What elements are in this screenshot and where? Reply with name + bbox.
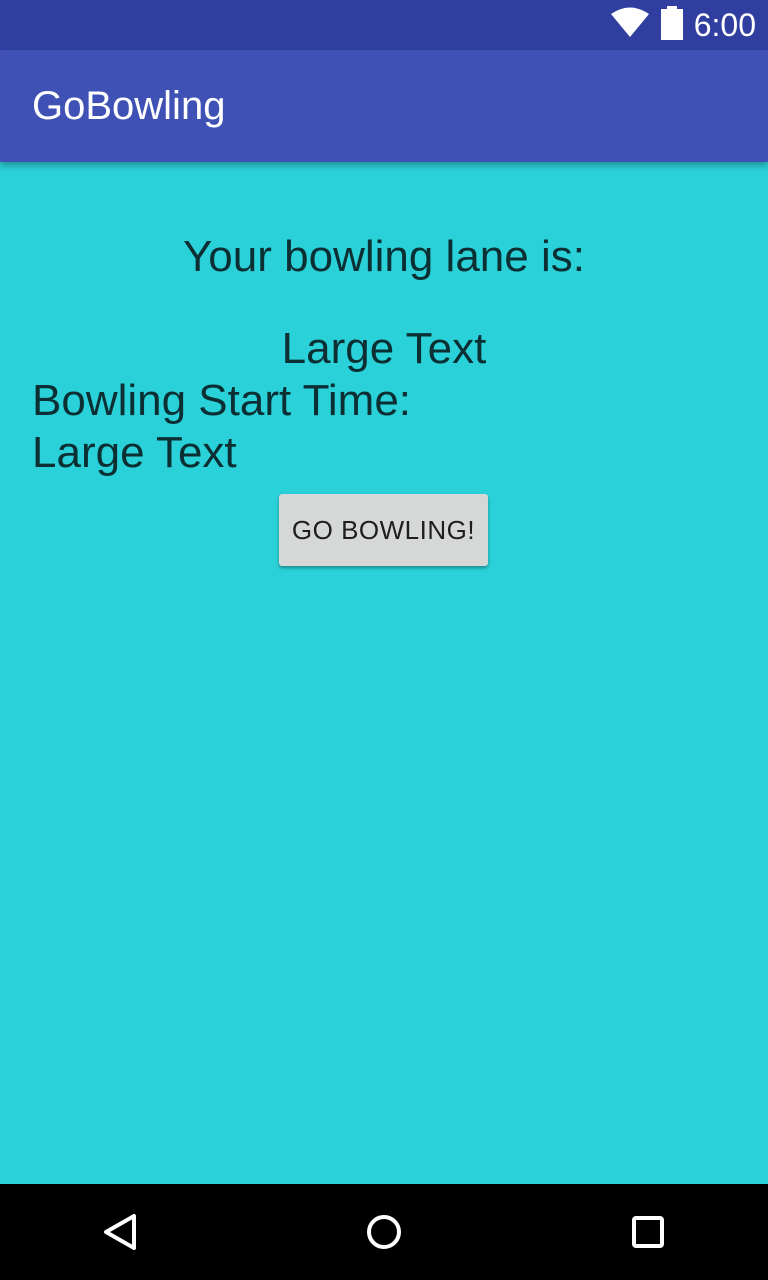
go-bowling-button[interactable]: GO BOWLING! xyxy=(279,494,488,566)
status-bar: 6:00 xyxy=(0,0,768,50)
status-icons: 6:00 xyxy=(610,0,756,50)
start-time-value: Large Text xyxy=(32,428,237,477)
app-title: GoBowling xyxy=(32,84,226,128)
recents-icon[interactable] xyxy=(628,1212,668,1252)
wifi-icon xyxy=(610,7,650,43)
start-time-label: Bowling Start Time: xyxy=(32,376,412,425)
navigation-bar xyxy=(0,1184,768,1280)
lane-heading: Your bowling lane is: xyxy=(183,232,585,281)
status-time: 6:00 xyxy=(693,7,756,43)
app-screen: 6:00 GoBowling Your bowling lane is: Lar… xyxy=(0,0,768,1280)
app-bar: GoBowling xyxy=(0,50,768,162)
home-icon[interactable] xyxy=(364,1212,404,1252)
battery-icon xyxy=(660,6,684,44)
main-content: Your bowling lane is: Large Text Bowling… xyxy=(0,162,768,1184)
lane-value: Large Text xyxy=(281,324,487,373)
back-icon[interactable] xyxy=(100,1212,140,1252)
